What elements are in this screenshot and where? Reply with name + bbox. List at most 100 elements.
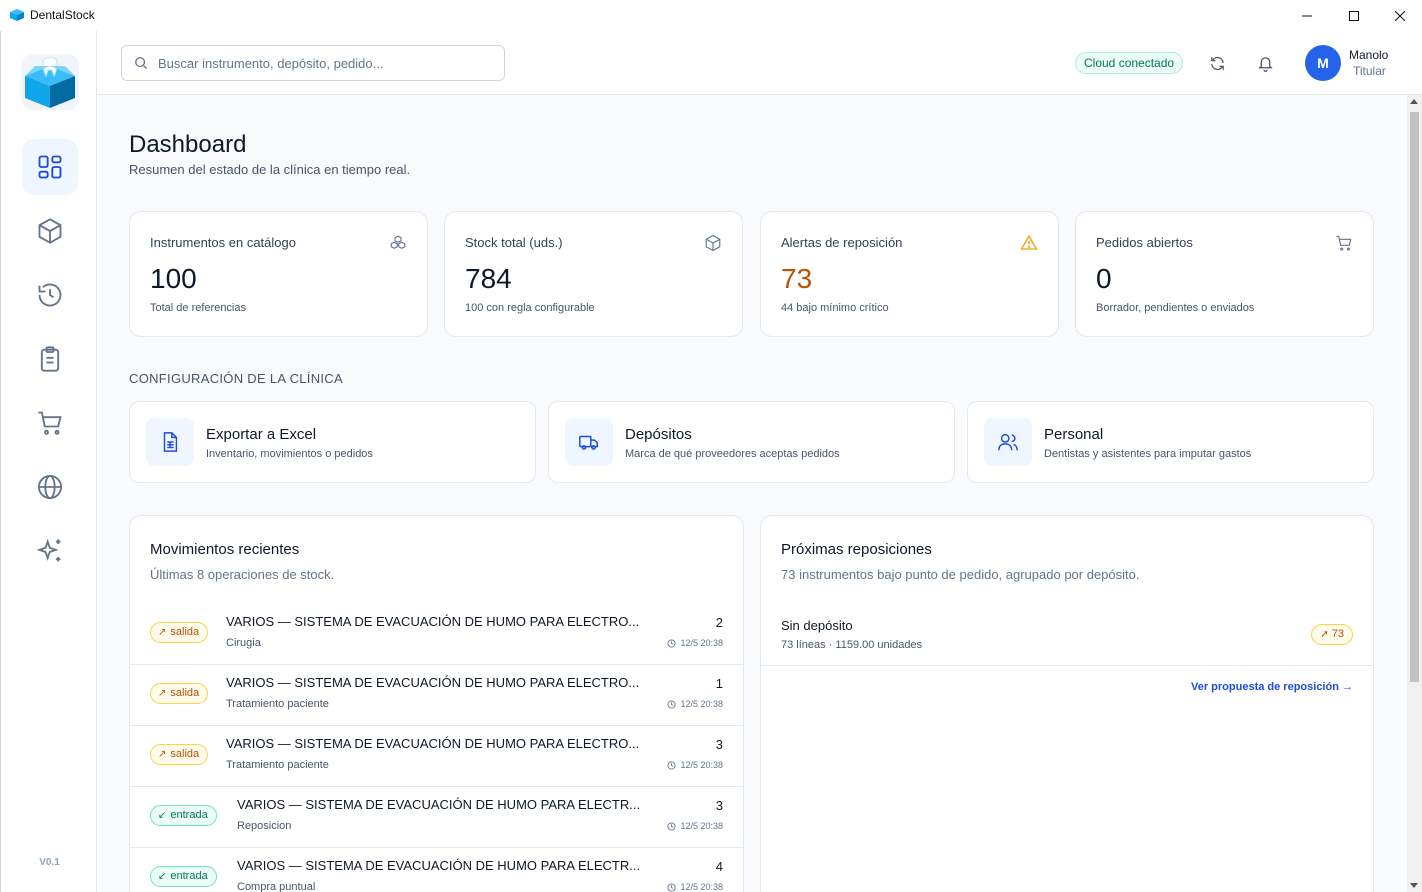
sync-button[interactable] (1207, 53, 1227, 73)
recent-movements-panel: Movimientos recientes Últimas 8 operacio… (129, 515, 744, 892)
clock-icon (667, 821, 677, 831)
stat-sub: 100 con regla configurable (465, 302, 595, 314)
clipboard-icon (40, 346, 60, 372)
page-title: Dashboard (129, 131, 247, 158)
window-title: DentalStock (30, 8, 95, 22)
scrollbar-thumb[interactable] (1410, 112, 1419, 682)
users-icon (998, 433, 1018, 451)
movement-quantity: 2 (715, 615, 723, 630)
sidebar-item-dashboard[interactable] (22, 139, 78, 195)
sidebar-item-cart[interactable] (22, 395, 78, 451)
stat-label: Alertas de reposición (781, 235, 903, 250)
main-scrollbar[interactable] (1407, 95, 1422, 892)
movement-type-badge: ↗ salida (150, 744, 209, 765)
replenish-group-name: Sin depósito (781, 618, 853, 633)
section-heading-config: CONFIGURACIÓN DE LA CLÍNICA (129, 371, 343, 386)
movement-timestamp: 12/5 20:38 (667, 821, 723, 831)
stat-value: 100 (150, 263, 197, 294)
sidebar-item-history[interactable] (22, 267, 78, 323)
movement-row[interactable]: ↗ salida VARIOS — SISTEMA DE EVACUACIÓN D… (130, 604, 743, 665)
stat-card-orders[interactable]: Pedidos abiertos 0 Borrador, pendientes … (1075, 211, 1374, 337)
refresh-icon (1210, 56, 1224, 70)
movement-timestamp: 12/5 20:38 (667, 638, 723, 648)
user-role: Titular (1353, 64, 1386, 78)
movement-time-text: 12/5 20:38 (680, 638, 723, 648)
arrow-up-right-icon: ↗ (158, 688, 167, 699)
panel-title: Movimientos recientes (150, 541, 300, 558)
replenish-count: 73 (1331, 628, 1344, 640)
sidebar-item-inventory[interactable] (22, 203, 78, 259)
main-content: Dashboard Resumen del estado de la clíni… (97, 95, 1407, 892)
movement-quantity: 3 (715, 737, 723, 752)
movement-row[interactable]: ↗ salida VARIOS — SISTEMA DE EVACUACIÓN D… (130, 726, 743, 787)
box-tooth-logo-icon (25, 57, 75, 108)
movement-type-label: salida (170, 748, 200, 760)
arrow-down-left-icon: ↙ (158, 810, 167, 821)
movement-timestamp: 12/5 20:38 (667, 882, 723, 892)
truck-icon (579, 435, 598, 450)
movement-item-name: VARIOS — SISTEMA DE EVACUACIÓN DE HUMO P… (226, 675, 640, 690)
movement-row[interactable]: ↙ entrada VARIOS — SISTEMA DE EVACUACIÓN … (130, 787, 743, 848)
arrow-up-right-icon: ↗ (158, 749, 167, 760)
sidebar-item-orders[interactable] (22, 331, 78, 387)
movement-note: Cirugia (226, 637, 261, 649)
clock-icon (667, 699, 677, 709)
topbar: Cloud conectado M Manolo Titular (97, 31, 1422, 95)
movement-row[interactable]: ↙ entrada VARIOS — SISTEMA DE EVACUACIÓN … (130, 848, 743, 892)
stat-label: Pedidos abiertos (1096, 235, 1193, 250)
avatar[interactable]: M (1305, 45, 1341, 81)
movement-type-badge: ↙ entrada (150, 866, 217, 887)
panel-subtitle: Últimas 8 operaciones de stock. (150, 567, 335, 582)
config-card-desc: Inventario, movimientos o pedidos (206, 448, 373, 460)
stat-card-instruments[interactable]: Instrumentos en catálogo 100 Total de re… (129, 211, 428, 337)
app-version: V0.1 (39, 857, 60, 868)
icon-box (146, 418, 194, 466)
config-card-title: Exportar a Excel (206, 426, 317, 443)
close-button[interactable] (1377, 0, 1422, 31)
search-input[interactable] (158, 55, 478, 71)
movement-item-name: VARIOS — SISTEMA DE EVACUACIÓN DE HUMO P… (237, 797, 641, 812)
search-box[interactable] (121, 45, 505, 81)
config-card-deposits[interactable]: Depósitos Marca de qué proveedores acept… (548, 401, 955, 483)
config-card-title: Depósitos (625, 426, 692, 443)
config-card-export[interactable]: Exportar a Excel Inventario, movimientos… (129, 401, 536, 483)
replenish-group-row[interactable]: Sin depósito 73 líneas · 1159.00 unidade… (761, 606, 1373, 666)
notifications-button[interactable] (1255, 53, 1275, 73)
sidebar-item-web[interactable] (22, 459, 78, 515)
maximize-button[interactable] (1331, 0, 1377, 31)
config-card-desc: Dentistas y asistentes para imputar gast… (1044, 448, 1252, 460)
scroll-down-arrow-icon[interactable] (1410, 883, 1418, 888)
movement-note: Reposicion (237, 820, 292, 832)
cart-icon (1336, 235, 1352, 251)
stat-value: 73 (781, 263, 813, 294)
stat-card-alerts[interactable]: Alertas de reposición 73 44 bajo mínimo … (760, 211, 1059, 337)
stat-label: Stock total (uds.) (465, 235, 563, 250)
box-icon (38, 218, 62, 244)
minimize-button[interactable] (1284, 0, 1330, 31)
clock-icon (667, 638, 677, 648)
view-replenish-proposal-link[interactable]: Ver propuesta de reposición → (1191, 681, 1353, 693)
scroll-up-arrow-icon[interactable] (1410, 99, 1418, 104)
close-icon (1395, 10, 1405, 21)
stat-card-stock[interactable]: Stock total (uds.) 784 100 con regla con… (444, 211, 743, 337)
movement-note: Compra puntual (237, 881, 316, 892)
app-logo[interactable] (21, 54, 79, 110)
boxes-icon (390, 235, 406, 249)
clock-icon (667, 882, 677, 892)
minimize-icon (1302, 15, 1312, 16)
cart-icon (38, 411, 62, 435)
movement-timestamp: 12/5 20:38 (667, 699, 723, 709)
config-card-desc: Marca de qué proveedores aceptas pedidos (625, 448, 840, 460)
replenish-count-badge: ➚ 73 (1311, 624, 1353, 645)
arrow-up-right-icon: ↗ (158, 627, 167, 638)
movement-type-badge: ↙ entrada (150, 805, 217, 826)
movement-item-name: VARIOS — SISTEMA DE EVACUACIÓN DE HUMO P… (237, 858, 641, 873)
movement-row[interactable]: ↗ salida VARIOS — SISTEMA DE EVACUACIÓN D… (130, 665, 743, 726)
config-card-staff[interactable]: Personal Dentistas y asistentes para imp… (967, 401, 1374, 483)
stat-label: Instrumentos en catálogo (150, 235, 296, 250)
cloud-status-badge: Cloud conectado (1075, 52, 1184, 74)
history-icon (38, 283, 62, 307)
layout-grid-icon (38, 155, 62, 179)
sidebar-item-ai[interactable] (22, 523, 78, 579)
movement-type-badge: ↗ salida (150, 683, 209, 704)
